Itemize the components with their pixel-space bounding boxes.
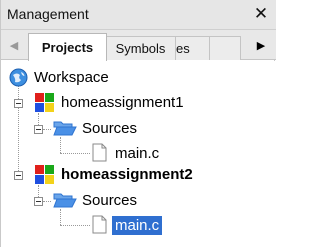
tree-connector [60, 137, 61, 153]
tab-strip: ◀ Files Symbols Projects ▶ [1, 30, 276, 61]
tab-scroll-left-icon[interactable]: ◀ [7, 38, 21, 52]
tab-symbols-label: Symbols [115, 41, 166, 56]
tree-item-folder[interactable]: Sources [53, 189, 140, 211]
tree-item-file-selected[interactable]: main.c [92, 214, 163, 236]
tree-item-project-active[interactable]: homeassignment2 [34, 163, 196, 185]
file-icon [92, 143, 107, 162]
tab-projects[interactable]: Projects [28, 33, 107, 61]
tree-item-file[interactable]: main.c [92, 142, 162, 164]
management-panel: Management ✕ ◀ Files Symbols Projects ▶ [0, 0, 276, 247]
tree-connector [60, 225, 90, 226]
tree-item-project[interactable]: homeassignment1 [34, 91, 187, 113]
tree-connector [60, 153, 90, 154]
tree-item-label: Workspace [34, 68, 109, 86]
tree-connector [43, 129, 51, 130]
tree-connector [43, 201, 51, 202]
project-colored-icon [35, 93, 54, 112]
folder-open-icon [53, 193, 77, 208]
workspace-globe-icon [9, 68, 28, 87]
tree-item-label: homeassignment1 [61, 93, 184, 111]
project-colored-icon [35, 165, 54, 184]
tree-item-workspace[interactable]: Workspace [9, 66, 112, 88]
tree-connector [18, 77, 19, 171]
tab-overflow[interactable] [207, 36, 241, 60]
project-tree: Workspace homeassignment1 Sources main.c… [1, 61, 276, 247]
file-icon [92, 215, 107, 234]
tree-item-label: homeassignment2 [61, 165, 193, 183]
tree-item-label: main.c [112, 215, 163, 235]
expand-collapse-icon[interactable] [34, 125, 43, 134]
tree-item-label: Sources [82, 119, 138, 137]
folder-open-icon [53, 121, 77, 136]
tree-item-label: main.c [115, 144, 160, 162]
close-icon: ✕ [253, 4, 269, 24]
panel-title: Management [7, 6, 89, 22]
tree-item-label: Sources [82, 191, 138, 209]
expand-collapse-icon[interactable] [14, 99, 23, 108]
close-button[interactable]: ✕ [250, 3, 272, 25]
tree-item-folder[interactable]: Sources [53, 117, 140, 139]
panel-titlebar: Management ✕ [1, 0, 276, 30]
tab-symbols[interactable]: Symbols [105, 36, 176, 60]
tab-scroll-right-icon[interactable]: ▶ [254, 38, 268, 52]
expand-collapse-icon[interactable] [14, 171, 23, 180]
tree-connector [60, 209, 61, 225]
tab-projects-label: Projects [41, 40, 94, 55]
expand-collapse-icon[interactable] [34, 197, 43, 206]
